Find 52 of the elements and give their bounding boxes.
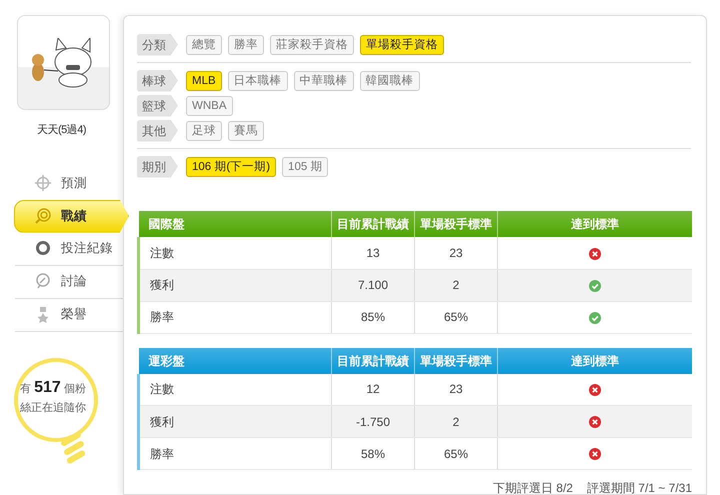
table-cell: 65% <box>414 438 498 470</box>
table-cell: 獲利 <box>138 269 332 301</box>
user-name: 天天(5過4) <box>36 123 88 138</box>
table-cell: -1.750 <box>332 406 414 438</box>
table-cell: 獲利 <box>138 406 332 438</box>
column-header: 單場殺手標準 <box>414 348 498 374</box>
sidebar-item[interactable]: 討論 <box>15 266 123 298</box>
table-cell: 2 <box>414 406 498 438</box>
target-icon <box>35 208 51 224</box>
crosshair-icon <box>35 174 51 192</box>
column-header: 目前累計戰績 <box>332 348 414 374</box>
filter-option[interactable]: 賽馬 <box>228 120 264 140</box>
column-header: 達到標準 <box>498 348 692 374</box>
filter-option[interactable]: WNBA <box>186 96 232 116</box>
column-header: 目前累計戰績 <box>332 211 414 237</box>
filter-option[interactable]: 單場殺手資格 <box>360 34 444 54</box>
filter-option[interactable]: 中華職棒 <box>294 70 354 90</box>
filter-option[interactable]: 勝率 <box>228 34 264 54</box>
ring-icon <box>35 240 51 257</box>
column-header: 運彩盤 <box>138 348 332 374</box>
filter-label: 分類 <box>137 34 178 56</box>
filter-option[interactable]: 105 期 <box>282 156 328 176</box>
table-cell: 13 <box>332 237 414 269</box>
filter-option[interactable]: 106 期(下一期) <box>186 156 276 176</box>
column-header: 單場殺手標準 <box>414 211 498 237</box>
table-cell: 65% <box>414 301 498 333</box>
filter-label: 棒球 <box>137 70 178 92</box>
follower-count-text: 有 517 個粉絲正在追隨你 <box>20 378 87 416</box>
filter-label: 其他 <box>137 120 178 142</box>
filter-option[interactable]: 日本職棒 <box>228 70 288 90</box>
footer-text: 下期評選日 8/2 <box>492 480 573 495</box>
filter-option[interactable]: MLB <box>186 70 222 90</box>
table-cell: 23 <box>414 237 498 269</box>
filter-option[interactable]: 莊家殺手資格 <box>270 34 354 54</box>
sidebar-item[interactable]: 戰績 <box>14 200 129 232</box>
chat-icon <box>35 273 51 290</box>
filter-option[interactable]: 足球 <box>186 120 222 140</box>
table-cell: 58% <box>332 438 414 470</box>
column-header: 達到標準 <box>498 211 692 237</box>
column-header: 國際盤 <box>138 211 332 237</box>
table-cell: 2 <box>414 269 498 301</box>
table-cell: 85% <box>332 301 414 333</box>
filter-option[interactable]: 韓國職棒 <box>360 70 420 90</box>
table-cell: 勝率 <box>138 301 332 333</box>
table-cell: 7.100 <box>332 269 414 301</box>
sidebar-item[interactable]: 榮譽 <box>15 298 123 332</box>
table-cell: 勝率 <box>138 438 332 470</box>
medal-icon <box>35 306 51 323</box>
filter-option[interactable]: 總覽 <box>186 34 222 54</box>
footer-text: 評選期間 7/1 ~ 7/31 <box>586 480 692 495</box>
filter-label: 期別 <box>137 156 178 178</box>
filter-label: 籃球 <box>137 94 178 116</box>
